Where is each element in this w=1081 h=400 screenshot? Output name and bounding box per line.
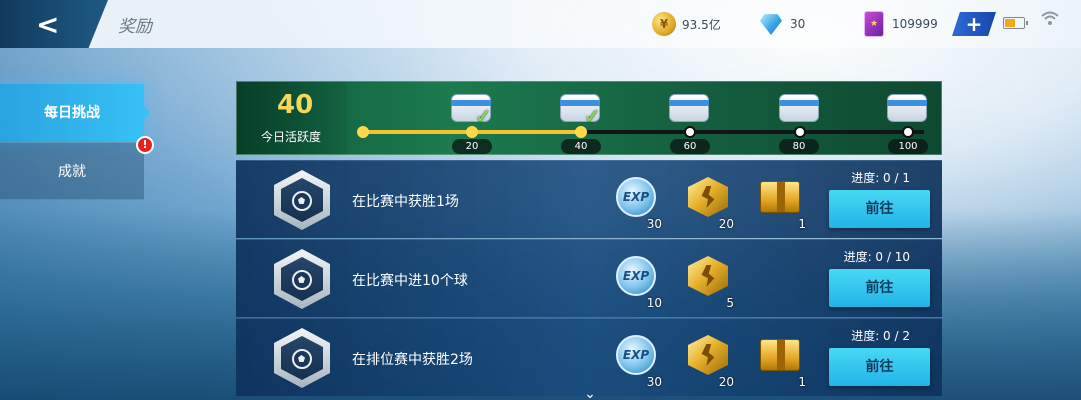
- claimed-check-icon: ✓: [584, 104, 601, 128]
- reward-exp[interactable]: EXP 10: [616, 256, 662, 310]
- reward-medal[interactable]: 20: [688, 177, 734, 231]
- activity-value: 40: [277, 90, 314, 120]
- card-balance[interactable]: ★ 109999: [864, 11, 938, 37]
- reward-medal[interactable]: 5: [688, 256, 734, 310]
- reward-medal[interactable]: 20: [688, 335, 734, 389]
- box-icon: [760, 181, 800, 213]
- milestone-label: 100: [888, 139, 928, 154]
- milestone-chest-40[interactable]: ✓: [558, 88, 602, 128]
- card-value: 109999: [892, 17, 938, 31]
- page-title: 奖励: [118, 17, 152, 37]
- milestone-node: [684, 126, 696, 138]
- task-progress: 进度: 0 / 10: [843, 250, 910, 264]
- reward-quantity: 10: [646, 296, 662, 310]
- activity-label: 今日活跃度: [261, 130, 322, 144]
- task-badge-icon: [274, 328, 330, 388]
- coin-value: 93.5亿: [682, 17, 721, 32]
- go-button[interactable]: 前往: [829, 190, 930, 228]
- reward-box[interactable]: 1: [760, 177, 806, 231]
- box-icon: [760, 339, 800, 371]
- back-arrow-icon: <: [36, 8, 60, 41]
- medal-icon: [688, 177, 728, 217]
- reward-box[interactable]: 1: [760, 335, 806, 389]
- claimed-check-icon: ✓: [475, 104, 492, 128]
- coin-balance[interactable]: ¥ 93.5亿: [652, 12, 721, 36]
- exp-icon: EXP: [616, 177, 656, 217]
- task-progress: 进度: 0 / 2: [851, 329, 910, 343]
- reward-quantity: 20: [718, 217, 734, 231]
- alert-badge: !: [136, 136, 154, 154]
- milestone-node: [794, 126, 806, 138]
- milestone-label: 80: [779, 139, 819, 154]
- reward-quantity: 1: [798, 217, 806, 231]
- milestone-label: 40: [561, 139, 601, 154]
- milestone-node: [575, 126, 587, 138]
- reward-exp[interactable]: EXP 30: [616, 177, 662, 231]
- task-name: 在比赛中进10个球: [352, 273, 468, 289]
- reward-quantity: 1: [798, 375, 806, 389]
- exp-icon: EXP: [616, 256, 656, 296]
- reward-quantity: 30: [646, 217, 662, 231]
- milestone-node: [466, 126, 478, 138]
- medal-icon: [688, 256, 728, 296]
- task-name: 在排位赛中获胜2场: [352, 352, 473, 368]
- task-progress: 进度: 0 / 1: [851, 171, 910, 185]
- medal-icon: [688, 335, 728, 375]
- diamond-icon: [760, 14, 782, 35]
- diamond-balance[interactable]: 30: [760, 12, 805, 36]
- sidebar: 每日挑战 成就 !: [0, 48, 154, 400]
- card-icon: ★: [864, 11, 884, 37]
- milestone-label: 60: [670, 139, 710, 154]
- milestone-chest-100[interactable]: [885, 88, 929, 124]
- task-badge-icon: [274, 170, 330, 230]
- activity-panel: 40 今日活跃度 ✓ 20 ✓ 40 60 80 100: [236, 81, 942, 155]
- task-row: 在排位赛中获胜2场 EXP 30 20 1 进度: 0 / 2 前往: [236, 318, 942, 396]
- milestone-node: [902, 126, 914, 138]
- go-button[interactable]: 前往: [829, 269, 930, 307]
- go-button[interactable]: 前往: [829, 348, 930, 386]
- task-name: 在比赛中获胜1场: [352, 194, 459, 210]
- milestone-chest-60[interactable]: [667, 88, 711, 124]
- task-badge-icon: [274, 249, 330, 309]
- task-row: 在比赛中进10个球 EXP 10 5 进度: 0 / 10 前往: [236, 239, 942, 317]
- battery-level: [1005, 19, 1015, 27]
- wifi-icon: [1040, 10, 1060, 31]
- milestone-chest-80[interactable]: [777, 88, 821, 124]
- reward-quantity: 5: [726, 296, 734, 310]
- reward-quantity: 20: [718, 375, 734, 389]
- reward-quantity: 30: [646, 375, 662, 389]
- activity-summary: 40 今日活跃度: [237, 82, 347, 154]
- task-row: 在比赛中获胜1场 EXP 30 20 1 进度: 0 / 1 前往: [236, 160, 942, 238]
- coin-icon: ¥: [652, 12, 676, 36]
- battery-icon: [1003, 17, 1028, 29]
- milestone-label: 20: [452, 139, 492, 154]
- diamond-value: 30: [790, 17, 806, 31]
- sidebar-item-achievements[interactable]: 成就: [0, 142, 144, 200]
- milestone-chest-20[interactable]: ✓: [449, 88, 493, 128]
- sidebar-item-daily-challenge[interactable]: 每日挑战: [0, 84, 150, 142]
- exp-icon: EXP: [616, 335, 656, 375]
- activity-start-node: [357, 126, 369, 138]
- scroll-down-icon[interactable]: ⌄: [578, 387, 602, 400]
- reward-exp[interactable]: EXP 30: [616, 335, 662, 389]
